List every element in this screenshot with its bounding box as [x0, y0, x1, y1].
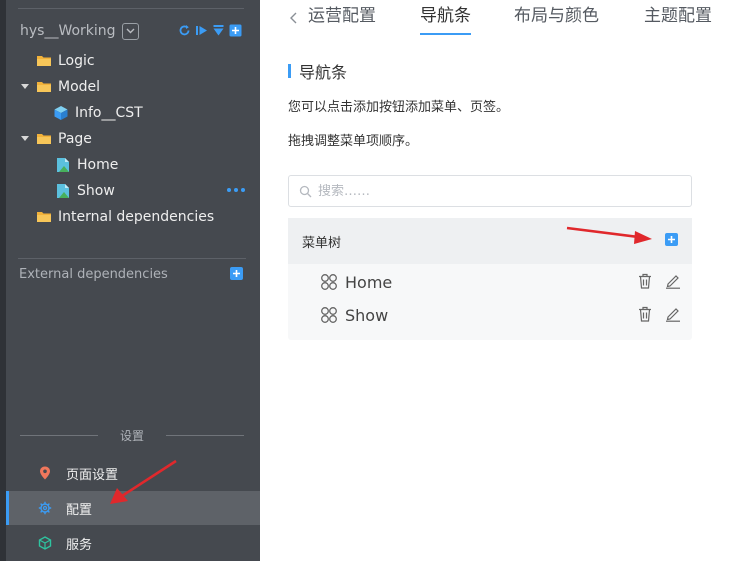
download-icon[interactable]	[212, 24, 225, 37]
tab-layout-colors[interactable]: 布局与颜色	[514, 5, 599, 35]
add-menu-item-icon[interactable]	[665, 233, 678, 246]
menu-tree-header: 菜单树	[288, 218, 692, 264]
nav-item-label: 配置	[66, 502, 93, 518]
tab-operation-config[interactable]: 运营配置	[308, 5, 376, 35]
refresh-icon[interactable]	[178, 24, 191, 37]
section-title-text: 导航条	[299, 63, 348, 82]
gear-icon	[38, 501, 52, 515]
nav-item-services[interactable]: 服务	[6, 526, 260, 560]
search-input[interactable]	[318, 183, 678, 199]
add-external-dependency-icon[interactable]	[230, 267, 243, 280]
edit-icon[interactable]	[665, 273, 681, 289]
project-dropdown-button[interactable]	[121, 22, 139, 40]
location-pin-icon	[40, 466, 50, 480]
nav-item-page-settings[interactable]: 页面设置	[6, 456, 260, 490]
run-icon[interactable]	[195, 24, 208, 37]
cube-icon	[54, 106, 68, 120]
chevron-down-icon	[126, 28, 135, 34]
menu-item-label: Show	[345, 305, 389, 325]
tree-item-label: Show	[77, 183, 115, 199]
sidebar: hys__Working Logic Model Info__CST Page …	[0, 0, 260, 561]
more-options-icon[interactable]	[226, 183, 246, 197]
project-name: hys__Working	[20, 23, 116, 39]
tab-bar: 运营配置 导航条 布局与颜色 主题配置	[260, 0, 748, 40]
divider	[18, 258, 246, 259]
folder-icon	[37, 134, 51, 144]
settings-separator: 设置	[20, 427, 245, 443]
section-title: 导航条	[288, 61, 348, 82]
nav-item-label: 页面设置	[66, 467, 119, 483]
external-dependencies-label: External dependencies	[19, 266, 168, 282]
folder-icon	[37, 56, 51, 66]
expand-arrow-icon[interactable]	[20, 134, 30, 144]
page-file-icon	[57, 184, 69, 198]
tab-navigation-bar[interactable]: 导航条	[420, 5, 471, 35]
tree-item-model[interactable]: Model	[20, 77, 100, 97]
search-box[interactable]	[288, 175, 692, 207]
external-dependencies-header[interactable]: External dependencies	[19, 265, 245, 283]
tree-item-label: Model	[58, 79, 101, 95]
menu-item-label: Home	[345, 272, 393, 292]
menu-item-icon	[321, 307, 337, 323]
folder-icon	[37, 212, 51, 222]
chevron-left-icon[interactable]	[288, 10, 300, 26]
tree-item-label: Info__CST	[75, 105, 143, 121]
page-file-icon	[57, 158, 69, 172]
edit-icon[interactable]	[665, 306, 681, 322]
description-text: 拖拽调整菜单项顺序。	[288, 134, 419, 149]
project-toolbar	[178, 24, 242, 37]
tree-item-show[interactable]: Show	[55, 181, 115, 201]
trash-icon[interactable]	[638, 273, 652, 289]
menu-tree-title: 菜单树	[302, 235, 342, 251]
nav-item-label: 服务	[66, 537, 93, 553]
menu-tree-item-show[interactable]: Show	[288, 299, 692, 331]
config-panel: 运营配置 导航条 布局与颜色 主题配置 导航条 您可以点击添加按钮添加菜单、页签…	[260, 0, 748, 561]
trash-icon[interactable]	[638, 306, 652, 322]
project-header[interactable]: hys__Working	[20, 21, 246, 41]
tree-item-info-cst[interactable]: Info__CST	[53, 103, 143, 123]
settings-label: 设置	[120, 428, 145, 443]
tree-item-page[interactable]: Page	[20, 129, 92, 149]
menu-tree-item-home[interactable]: Home	[288, 266, 692, 298]
tree-item-label: Internal dependencies	[58, 209, 215, 225]
search-icon	[299, 185, 312, 197]
tree-item-label: Page	[58, 131, 92, 147]
menu-tree-panel: 菜单树 Home Show	[288, 218, 692, 340]
menu-item-icon	[321, 274, 337, 290]
description-text: 您可以点击添加按钮添加菜单、页签。	[288, 100, 510, 115]
tab-theme-config[interactable]: 主题配置	[644, 5, 712, 35]
app-window: hys__Working Logic Model Info__CST Page …	[0, 0, 748, 561]
tree-item-internal-dependencies[interactable]: Internal dependencies	[36, 207, 214, 227]
tree-item-label: Home	[77, 157, 119, 173]
expand-arrow-icon[interactable]	[20, 82, 30, 92]
section-title-bar	[288, 64, 291, 78]
add-icon[interactable]	[229, 24, 242, 37]
nav-item-config[interactable]: 配置	[6, 491, 260, 525]
divider	[18, 8, 244, 9]
tree-item-logic[interactable]: Logic	[36, 51, 95, 71]
tree-item-home[interactable]: Home	[55, 155, 118, 175]
cube-icon	[38, 536, 52, 550]
tree-item-label: Logic	[58, 53, 95, 69]
folder-icon	[37, 82, 51, 92]
